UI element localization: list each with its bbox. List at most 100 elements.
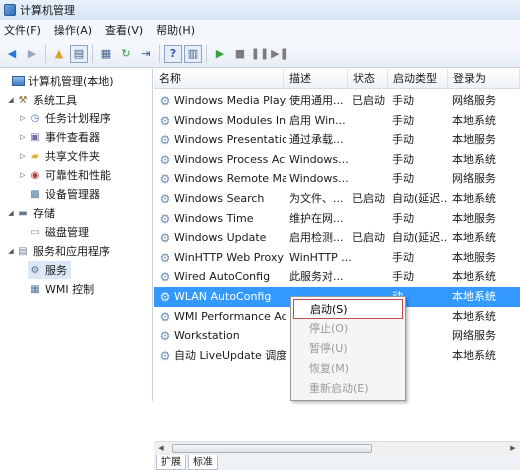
- horizontal-scrollbar[interactable]: ◀ ▶: [154, 441, 520, 455]
- column-logon-as[interactable]: 登录为: [448, 69, 520, 89]
- play-icon[interactable]: ▶: [211, 45, 229, 63]
- table-row[interactable]: ⚙Windows Remote Ma...Windows... 手动 网络服务: [154, 169, 520, 189]
- table-cell: [352, 248, 390, 268]
- scroll-left-icon[interactable]: ◀: [154, 442, 168, 455]
- table-cell: 启用检测...: [289, 231, 344, 245]
- scroll-right-icon[interactable]: ▶: [506, 442, 520, 455]
- tree-item-system-tools[interactable]: ◢ ⚒ 系统工具: [6, 91, 77, 109]
- tree-item-event-viewer[interactable]: ▷ ▣ 事件查看器: [18, 128, 100, 146]
- table-row[interactable]: ⚙Windows Process Act...Windows... 手动 本地系统: [154, 150, 520, 170]
- computer-icon: [12, 76, 25, 86]
- tree-item-services[interactable]: ⚙ 服务: [28, 261, 71, 279]
- help-icon[interactable]: ?: [164, 44, 182, 63]
- tree-label: WMI 控制: [45, 283, 95, 296]
- computer-management-icon: [4, 4, 16, 16]
- performance-icon: ◉: [30, 169, 40, 181]
- tree-label: 设备管理器: [45, 188, 100, 201]
- menu-bar: 文件(F) 操作(A) 查看(V) 帮助(H): [0, 20, 520, 40]
- table-cell: 使用通用...: [289, 94, 344, 107]
- table-cell: WinHTTP ...: [289, 250, 351, 264]
- context-item-stop[interactable]: 停止(O): [293, 319, 403, 339]
- column-description[interactable]: 描述: [284, 69, 348, 89]
- menu-action[interactable]: 操作(A): [50, 22, 101, 38]
- table-row[interactable]: ⚙ Windows Time 维护在网... 手动 本地服务: [154, 209, 520, 229]
- menu-file[interactable]: 文件(F): [0, 22, 50, 38]
- context-item-start[interactable]: 启动(S): [293, 299, 403, 319]
- expand-icon[interactable]: ▷: [18, 152, 28, 160]
- tree-item-task-scheduler[interactable]: ▷ ◷ 任务计划程序: [18, 109, 111, 127]
- table-cell: WMI Performance Ad: [174, 309, 286, 323]
- restart-icon[interactable]: ▶❚: [271, 45, 289, 63]
- toolbar: ◀ ▶ ▲ ▤ ▦ ↻ ⇥ ? ▥ ▶ ■ ❚❚ ▶❚: [0, 40, 520, 68]
- table-cell: [352, 267, 390, 287]
- export-list-icon[interactable]: ⇥: [137, 45, 155, 63]
- tree-label: 事件查看器: [45, 131, 100, 144]
- column-header: 名称 描述 状态 启动类型 登录为: [154, 69, 520, 89]
- collapse-icon[interactable]: ◢: [6, 209, 16, 217]
- tree-item-device-manager[interactable]: ▩ 设备管理器: [28, 185, 100, 203]
- toolbar-separator: [92, 44, 93, 63]
- collapse-icon[interactable]: ◢: [6, 96, 16, 104]
- table-cell: Windows Modules In...: [174, 113, 286, 127]
- tree-item-disk-management[interactable]: ▭ 磁盘管理: [28, 223, 89, 241]
- service-gear-icon: ⚙: [159, 348, 171, 363]
- tree-label: 共享文件夹: [45, 150, 100, 163]
- table-row[interactable]: ⚙ Windows Media Play... 使用通用... 已启动 手动 网络服务: [154, 91, 520, 111]
- table-row[interactable]: ⚙ Windows Modules In... 启用 Win... 手动 本地系统: [154, 111, 520, 131]
- action-pane-icon[interactable]: ▥: [184, 44, 202, 63]
- column-name[interactable]: 名称: [154, 69, 284, 89]
- stop-icon[interactable]: ■: [231, 45, 249, 63]
- toolbar-separator: [45, 44, 46, 63]
- service-gear-icon: ⚙: [159, 309, 171, 324]
- service-gear-icon: ⚙: [159, 270, 171, 285]
- table-cell: 已启动: [352, 192, 385, 205]
- tree-label: 计算机管理(本地): [28, 75, 114, 88]
- collapse-icon[interactable]: ◢: [6, 247, 16, 255]
- tab-extended[interactable]: 扩展: [156, 455, 186, 470]
- expand-icon[interactable]: ▷: [18, 114, 28, 122]
- table-row[interactable]: ⚙ Windows Update 启用检测... 已启动 自动(延迟... 本地系统: [154, 228, 520, 248]
- tab-standard[interactable]: 标准: [188, 455, 218, 470]
- pause-icon[interactable]: ❚❚: [251, 45, 269, 63]
- column-startup-type[interactable]: 启动类型: [388, 69, 448, 89]
- table-row[interactable]: ⚙Windows Presentatio...通过承载... 手动 本地服务: [154, 130, 520, 150]
- tree-item-storage[interactable]: ◢ ▬ 存储: [6, 204, 55, 222]
- expand-icon[interactable]: ▷: [18, 133, 28, 141]
- service-gear-icon: ⚙: [159, 231, 171, 246]
- toolbar-separator: [159, 44, 160, 63]
- menu-help[interactable]: 帮助(H): [152, 22, 204, 38]
- tree-item-root[interactable]: 计算机管理(本地): [2, 72, 114, 90]
- table-cell: [352, 150, 390, 170]
- table-cell: 手动: [392, 270, 414, 284]
- table-row[interactable]: ⚙ WinHTTP Web Proxy ... WinHTTP ... 手动 本地服务: [154, 248, 520, 268]
- menu-view[interactable]: 查看(V): [101, 22, 152, 38]
- table-cell: 手动: [392, 113, 414, 127]
- arrow-left-icon[interactable]: ◀: [3, 45, 21, 63]
- table-cell: 本地系统: [452, 231, 496, 245]
- tree-item-wmi[interactable]: ▦ WMI 控制: [28, 280, 94, 298]
- table-row[interactable]: ⚙ Wired AutoConfig 此服务对... 手动 本地系统: [154, 267, 520, 287]
- table-cell: 自动 LiveUpdate 调度: [174, 348, 286, 362]
- table-cell: 已启动: [352, 231, 385, 245]
- tree-item-services-apps[interactable]: ◢ ▤ 服务和应用程序: [6, 242, 110, 260]
- arrow-right-icon[interactable]: ▶: [23, 45, 41, 63]
- table-cell: [352, 111, 390, 131]
- scrollbar-thumb[interactable]: [172, 444, 372, 453]
- tree-item-reliability[interactable]: ▷ ◉ 可靠性和性能: [18, 166, 111, 184]
- refresh-icon[interactable]: ↻: [117, 45, 135, 63]
- tree-item-shared-folders[interactable]: ▷ ▰ 共享文件夹: [18, 147, 100, 165]
- table-cell: Windows Media Play...: [174, 94, 286, 107]
- context-item-pause[interactable]: 暂停(U): [293, 339, 403, 359]
- show-tree-icon[interactable]: ▤: [70, 44, 88, 63]
- context-item-resume[interactable]: 恢复(M): [293, 359, 403, 379]
- expand-icon[interactable]: ▷: [18, 171, 28, 179]
- folder-up-icon[interactable]: ▲: [50, 45, 68, 63]
- table-cell: Windows...: [289, 172, 349, 186]
- table-cell: 手动: [392, 133, 414, 147]
- table-cell: 手动: [392, 94, 414, 107]
- context-item-restart[interactable]: 重新启动(E): [293, 379, 403, 399]
- properties-icon[interactable]: ▦: [97, 45, 115, 63]
- table-row[interactable]: ⚙ Windows Search 为文件、... 已启动 自动(延迟... 本地系统: [154, 189, 520, 209]
- tree-label: 任务计划程序: [45, 112, 111, 125]
- column-status[interactable]: 状态: [348, 69, 388, 89]
